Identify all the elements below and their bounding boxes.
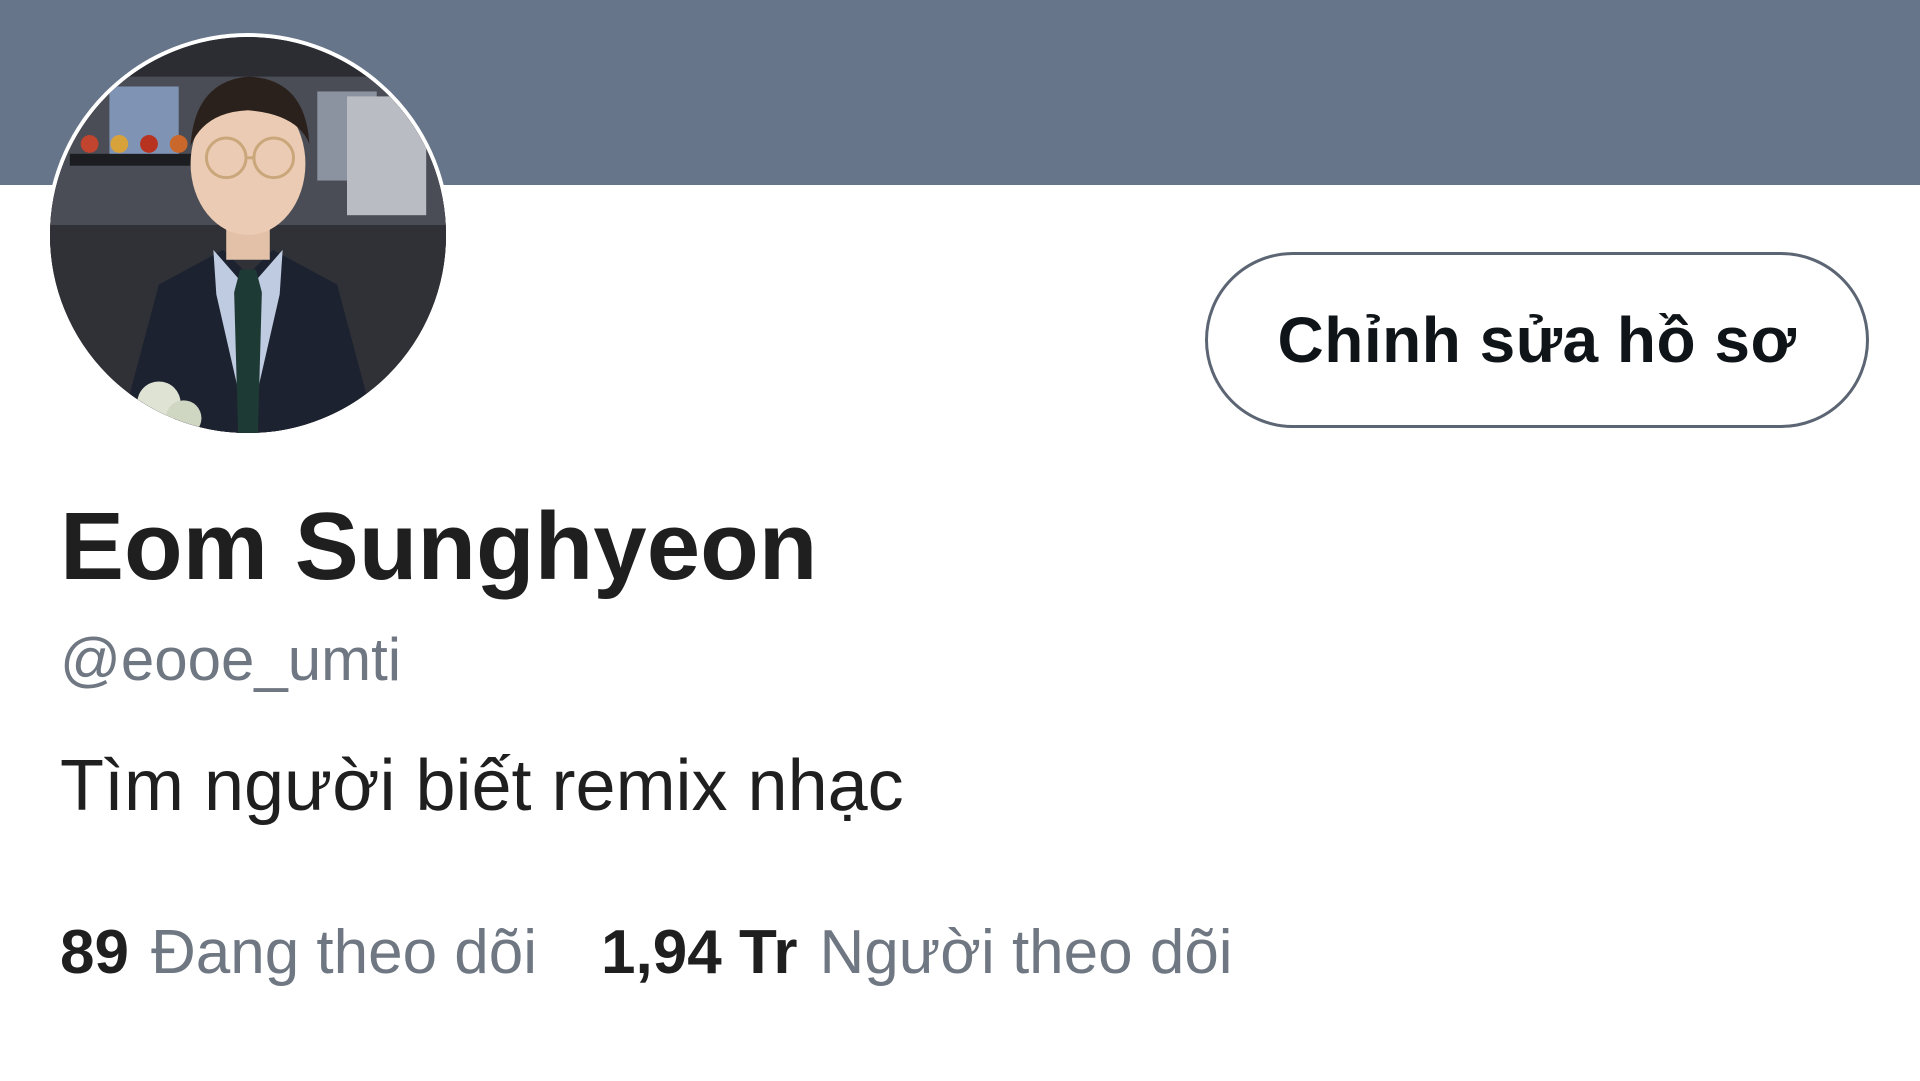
profile-page: Chỉnh sửa hồ sơ Eom Sunghyeon @eooe_umti… bbox=[0, 0, 1920, 1081]
follow-stats: 89 Đang theo dõi 1,94 Tr Người theo dõi bbox=[60, 915, 1233, 991]
followers-count: 1,94 Tr bbox=[601, 918, 798, 987]
user-handle: @eooe_umti bbox=[60, 626, 402, 693]
avatar-photo bbox=[50, 37, 446, 433]
avatar[interactable] bbox=[46, 33, 450, 437]
display-name: Eom Sunghyeon bbox=[60, 493, 818, 600]
edit-profile-label: Chỉnh sửa hồ sơ bbox=[1277, 304, 1797, 376]
followers-label: Người theo dõi bbox=[819, 918, 1233, 987]
profile-bio: Tìm người biết remix nhạc bbox=[60, 746, 904, 826]
following-label: Đang theo dõi bbox=[150, 918, 538, 987]
edit-profile-button[interactable]: Chỉnh sửa hồ sơ bbox=[1205, 252, 1869, 428]
following-link[interactable]: 89 Đang theo dõi bbox=[60, 915, 537, 991]
followers-link[interactable]: 1,94 Tr Người theo dõi bbox=[601, 915, 1233, 991]
following-count: 89 bbox=[60, 918, 129, 987]
